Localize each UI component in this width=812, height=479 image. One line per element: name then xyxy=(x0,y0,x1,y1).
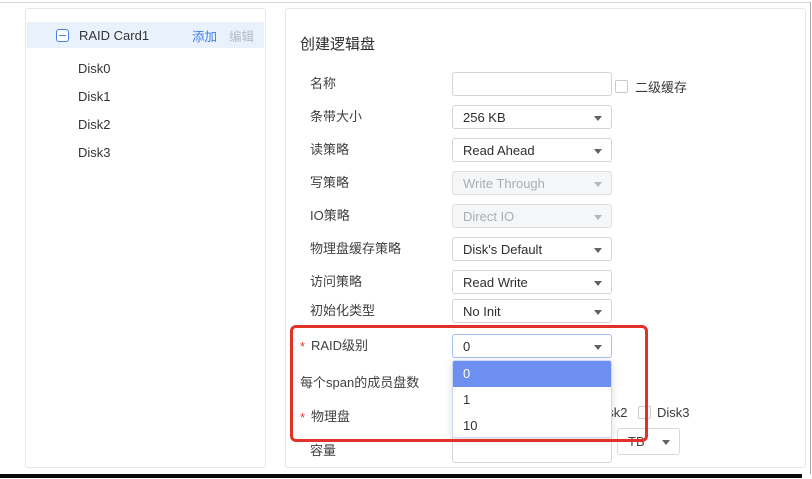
disk3-option: Disk3 xyxy=(638,405,676,420)
frame-top-border xyxy=(0,2,811,3)
chevron-down-icon xyxy=(594,116,602,121)
io-policy-label: IO策略 xyxy=(310,204,350,228)
secondary-cache-option: 二级缓存 xyxy=(615,77,687,96)
capacity-input[interactable] xyxy=(452,435,612,463)
chevron-down-icon xyxy=(594,345,602,350)
write-policy-select: Write Through xyxy=(452,171,612,195)
tree-node-disk2[interactable]: Disk2 xyxy=(26,110,265,138)
access-policy-label: 访问策略 xyxy=(310,270,362,294)
tree-children: Disk0 Disk1 Disk2 Disk3 xyxy=(26,54,265,166)
chevron-down-icon xyxy=(594,215,602,220)
add-link[interactable]: 添加 xyxy=(192,26,217,45)
page-title: 创建逻辑盘 xyxy=(300,33,375,54)
disk3-checkbox[interactable] xyxy=(638,406,651,419)
edit-link[interactable]: 编辑 xyxy=(229,26,254,45)
tree-node-disk3[interactable]: Disk3 xyxy=(26,138,265,166)
capacity-label: 容量 xyxy=(310,439,336,463)
dropdown-option-1[interactable]: 1 xyxy=(453,387,611,413)
chevron-down-icon xyxy=(594,182,602,187)
access-policy-select[interactable]: Read Write xyxy=(452,270,612,294)
screenshot-root: RAID Card1 添加 编辑 Disk0 Disk1 Disk2 Disk3… xyxy=(0,0,812,479)
tree-node-disk0[interactable]: Disk0 xyxy=(26,54,265,82)
form-row-capacity: 容量 xyxy=(286,435,805,463)
chevron-down-icon xyxy=(662,440,670,445)
frame-right-border xyxy=(810,2,811,474)
stripe-size-select[interactable]: 256 KB xyxy=(452,105,612,129)
raid-level-select[interactable]: 0 xyxy=(452,334,612,358)
chevron-down-icon xyxy=(594,281,602,286)
form-row-read-policy: 读策略 Read Ahead xyxy=(286,138,805,162)
chevron-down-icon xyxy=(594,310,602,315)
chevron-down-icon xyxy=(594,248,602,253)
required-asterisk: * xyxy=(300,405,305,429)
form-row-io-policy: IO策略 Direct IO xyxy=(286,204,805,228)
chevron-down-icon xyxy=(594,149,602,154)
name-label: 名称 xyxy=(310,72,336,96)
disk-cache-policy-label: 物理盘缓存策略 xyxy=(310,237,401,261)
read-policy-label: 读策略 xyxy=(310,138,349,162)
create-logical-disk-panel: 创建逻辑盘 名称 二级缓存 条带大小 256 KB 读策略 Read Ahead xyxy=(285,8,806,468)
io-policy-select: Direct IO xyxy=(452,204,612,228)
read-policy-select[interactable]: Read Ahead xyxy=(452,138,612,162)
collapse-minus-icon[interactable] xyxy=(56,29,69,42)
form-row-write-policy: 写策略 Write Through xyxy=(286,171,805,195)
form-row-access-policy: 访问策略 Read Write xyxy=(286,270,805,294)
dropdown-option-10[interactable]: 10 xyxy=(453,413,611,438)
form-row-disk-cache-policy: 物理盘缓存策略 Disk's Default xyxy=(286,237,805,261)
stripe-size-label: 条带大小 xyxy=(310,105,362,129)
secondary-cache-label: 二级缓存 xyxy=(635,77,687,96)
tree-node-disk1[interactable]: Disk1 xyxy=(26,82,265,110)
raid-level-dropdown: 0 1 10 xyxy=(452,360,612,438)
form-row-init-type: 初始化类型 No Init xyxy=(286,299,805,323)
raid-level-label: RAID级别 xyxy=(311,334,368,358)
form-row-name: 名称 二级缓存 xyxy=(286,72,805,96)
init-type-label: 初始化类型 xyxy=(310,299,375,323)
disk-cache-policy-select[interactable]: Disk's Default xyxy=(452,237,612,261)
tree-node-label: RAID Card1 xyxy=(79,28,149,43)
form-row-raid-level: * RAID级别 0 xyxy=(286,334,805,358)
dropdown-option-0[interactable]: 0 xyxy=(453,361,611,387)
frame-bottom-border xyxy=(0,474,802,478)
sidebar-panel: RAID Card1 添加 编辑 Disk0 Disk1 Disk2 Disk3 xyxy=(25,8,266,468)
secondary-cache-checkbox[interactable] xyxy=(615,80,628,93)
tree-actions: 添加 编辑 xyxy=(192,26,254,45)
required-asterisk: * xyxy=(300,334,305,358)
name-input[interactable] xyxy=(452,72,612,96)
physical-disks-label: 物理盘 xyxy=(311,405,350,429)
disks-per-span-label: 每个span的成员盘数 xyxy=(300,371,419,395)
init-type-select[interactable]: No Init xyxy=(452,299,612,323)
write-policy-label: 写策略 xyxy=(310,171,349,195)
form-row-stripe-size: 条带大小 256 KB xyxy=(286,105,805,129)
tree-node-raid-card[interactable]: RAID Card1 添加 编辑 xyxy=(27,22,264,48)
capacity-unit-select[interactable]: TB xyxy=(617,428,680,455)
